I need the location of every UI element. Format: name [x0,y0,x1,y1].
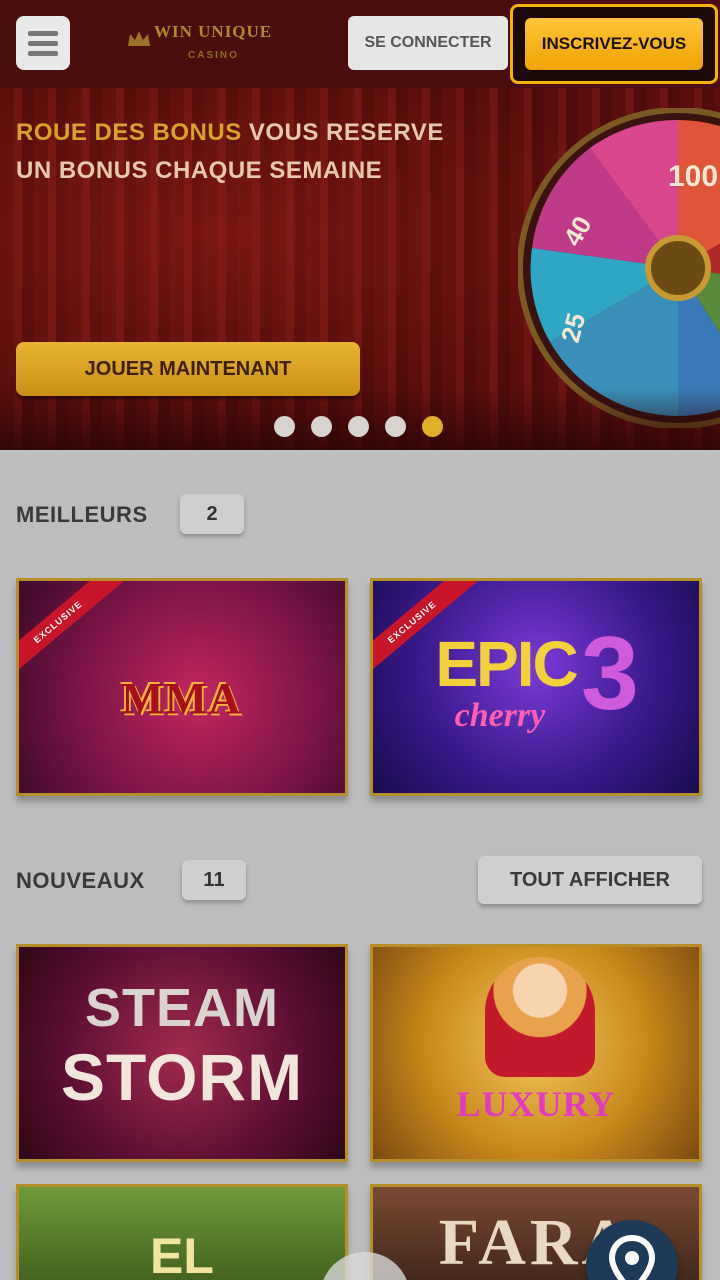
promo-highlight: ROUE DES BONUS [16,119,242,146]
game-card-mma[interactable]: EXCLUSIVE MMA [16,578,348,796]
promo-line2: UN BONUS CHAQUE SEMAINE [16,157,383,184]
section-title-best: MEILLEURS [16,502,148,527]
carousel-dots [274,416,443,437]
site-logo[interactable]: WIN UNIQUE CASINO [126,20,296,68]
carousel-dot[interactable] [274,416,295,437]
location-pin-icon [608,1234,656,1280]
promo-text: ROUE DES BONUS VOUS RESERVE UN BONUS CHA… [16,114,444,190]
menu-icon-bar [28,41,58,46]
location-button[interactable] [586,1220,678,1280]
top-header: WIN UNIQUE CASINO SE CONNECTER INSCRIVEZ… [0,0,720,88]
game-subtitle: cherry [454,697,546,734]
menu-icon-bar [28,51,58,56]
game-title: STEAM [85,978,279,1038]
game-card-el[interactable]: EL [16,1184,348,1280]
game-title-line2: STORM [60,1040,304,1114]
game-title: LUXURY [456,1084,616,1124]
promo-banner[interactable]: ROUE DES BONUS VOUS RESERVE UN BONUS CHA… [0,88,720,450]
carousel-dot[interactable] [385,416,406,437]
carousel-dot[interactable] [348,416,369,437]
login-button[interactable]: SE CONNECTER [348,16,508,70]
game-character-art [485,957,595,1077]
signup-button[interactable]: INSCRIVEZ-VOUS [525,18,703,70]
carousel-dot-active[interactable] [422,416,443,437]
promo-line1: VOUS RESERVE [241,119,444,146]
game-card-steam-storm[interactable]: STEAM STORM [16,944,348,1162]
menu-button[interactable] [16,16,70,70]
bonus-wheel: 100 40 25 [518,108,720,428]
logo-text: WIN UNIQUE [154,22,273,41]
section-title-new: NOUVEAUX [16,868,145,893]
crown-logo-icon [128,31,150,46]
wheel-label-100: 100 [668,160,718,193]
game-title: EL [150,1228,214,1280]
new-count-badge: 11 [182,860,246,900]
menu-icon-bar [28,31,58,36]
carousel-dot[interactable] [311,416,332,437]
logo-subtext: CASINO [188,50,239,61]
game-card-luxury[interactable]: LUXURY [370,944,702,1162]
game-title: MMA [121,674,243,723]
best-count-badge: 2 [180,494,244,534]
show-all-button[interactable]: TOUT AFFICHER [478,856,702,904]
game-card-epic-cherry-3[interactable]: EXCLUSIVE EPIC 3 cherry [370,578,702,796]
play-now-button[interactable]: JOUER MAINTENANT [16,342,360,396]
exclusive-ribbon: EXCLUSIVE [19,581,123,679]
signup-highlight: INSCRIVEZ-VOUS [510,4,718,84]
